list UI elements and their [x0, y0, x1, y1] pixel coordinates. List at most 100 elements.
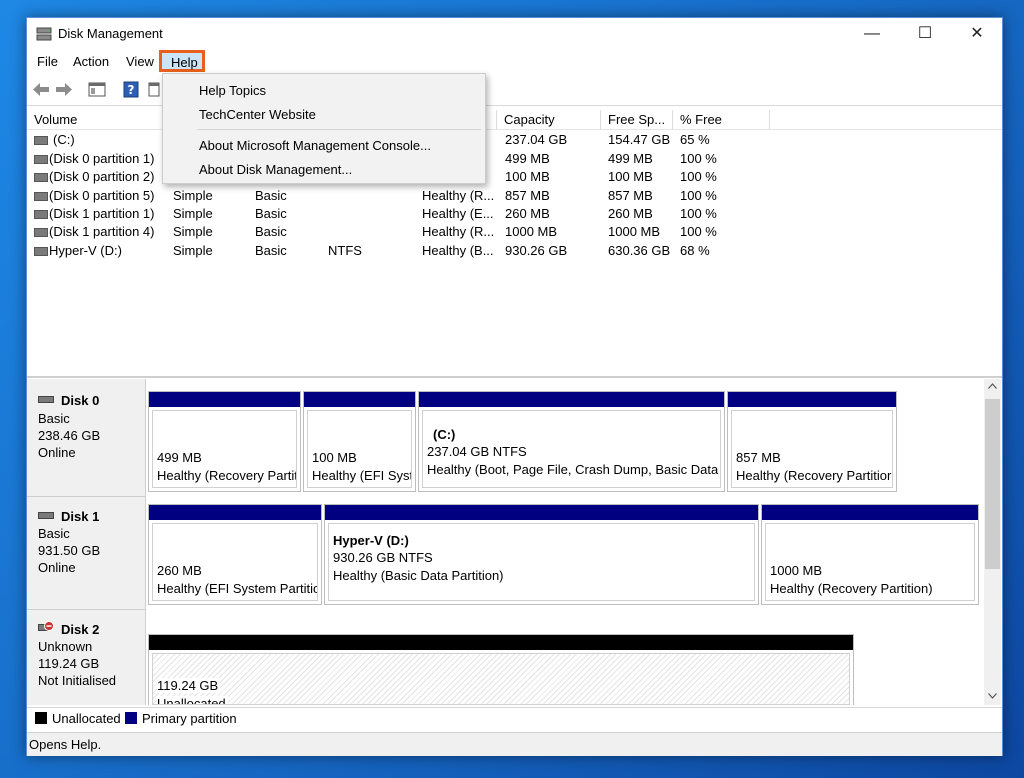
disk-type: Basic — [38, 411, 70, 426]
menu-file[interactable]: File — [37, 54, 58, 69]
disk-0-label[interactable]: Disk 0 Basic 238.46 GB Online — [27, 379, 146, 497]
volume-percent-free: 100 % — [680, 188, 717, 203]
volume-name[interactable]: Hyper-V (D:) — [49, 243, 122, 258]
volume-status: Healthy (E... — [422, 206, 494, 221]
svg-text:?: ? — [128, 83, 135, 97]
scroll-down-icon[interactable] — [988, 693, 997, 699]
disk-not-initialised-icon — [38, 621, 54, 631]
partition-size: 260 MB — [157, 563, 202, 578]
partition-status: Healthy (Recovery Partit — [157, 468, 297, 483]
drive-icon — [34, 228, 48, 237]
disk-name: Disk 0 — [61, 393, 100, 408]
volume-capacity: 930.26 GB — [505, 243, 568, 258]
back-arrow-icon[interactable] — [32, 81, 50, 98]
partition-block[interactable]: 260 MB Healthy (EFI System Partitio — [148, 504, 322, 605]
primary-partition-bar — [149, 392, 300, 407]
scroll-up-icon[interactable] — [988, 383, 997, 389]
partition-size: 100 MB — [312, 450, 357, 465]
volume-capacity: 100 MB — [505, 169, 550, 184]
drive-icon — [34, 136, 48, 145]
volume-percent-free: 65 % — [680, 132, 710, 147]
legend-primary-label: Primary partition — [142, 711, 237, 726]
volume-percent-free: 100 % — [680, 151, 717, 166]
forward-arrow-icon[interactable] — [55, 81, 73, 98]
disk-type: Unknown — [38, 639, 93, 654]
volume-type: Basic — [255, 188, 287, 203]
legend-unallocated-label: Unallocated — [52, 711, 121, 726]
drive-icon — [34, 210, 48, 219]
column-header-capacity[interactable]: Capacity — [497, 110, 601, 129]
menu-separator — [197, 129, 481, 130]
disk-name: Disk 2 — [61, 622, 100, 637]
drive-icon — [34, 155, 48, 164]
volume-status: Healthy (B... — [422, 243, 494, 258]
column-header-percent-free[interactable]: % Free — [673, 110, 770, 129]
primary-partition-bar — [325, 505, 758, 520]
legend-unallocated-swatch — [35, 712, 47, 724]
legend-primary-swatch — [125, 712, 137, 724]
volume-status: Healthy (R... — [422, 224, 495, 239]
menu-item-about-disk-management[interactable]: About Disk Management... — [199, 162, 352, 177]
minimize-button[interactable]: — — [849, 18, 895, 50]
menu-action[interactable]: Action — [73, 54, 109, 69]
partition-block[interactable]: 100 MB Healthy (EFI Syste — [303, 391, 416, 492]
unallocated-block[interactable]: 119.24 GB Unallocated — [148, 634, 854, 705]
partition-c-block[interactable]: (C:) 237.04 GB NTFS Healthy (Boot, Page … — [418, 391, 725, 492]
disk-icon — [38, 396, 54, 403]
partition-status: Healthy (Boot, Page File, Crash Dump, Ba… — [427, 462, 721, 477]
disk-state: Online — [38, 560, 76, 575]
help-icon[interactable]: ? — [123, 81, 139, 98]
volume-layout: Simple — [173, 224, 213, 239]
volume-name[interactable]: (Disk 0 partition 2) — [49, 169, 154, 184]
volume-type: Basic — [255, 224, 287, 239]
volume-free-space: 100 MB — [608, 169, 653, 184]
volume-capacity: 260 MB — [505, 206, 550, 221]
disk-name: Disk 1 — [61, 509, 100, 524]
disk-management-icon — [36, 27, 52, 41]
menu-help[interactable]: Help — [171, 55, 198, 70]
show-hide-console-tree-icon[interactable] — [88, 81, 106, 98]
column-header-free-space[interactable]: Free Sp... — [601, 110, 673, 129]
disk-type: Basic — [38, 526, 70, 541]
volume-name[interactable]: (Disk 0 partition 1) — [49, 151, 154, 166]
volume-name[interactable]: (Disk 1 partition 4) — [49, 224, 154, 239]
partition-block[interactable]: 857 MB Healthy (Recovery Partitior — [727, 391, 897, 492]
menu-view[interactable]: View — [126, 54, 154, 69]
properties-icon[interactable] — [148, 81, 160, 98]
partition-block[interactable]: 1000 MB Healthy (Recovery Partition) — [761, 504, 979, 605]
title-bar: Disk Management — ☐ ✕ — [27, 18, 1002, 50]
volume-layout: Simple — [173, 206, 213, 221]
volume-free-space: 154.47 GB — [608, 132, 671, 147]
volume-percent-free: 100 % — [680, 206, 717, 221]
volume-capacity: 237.04 GB — [505, 132, 568, 147]
graphical-view-scrollbar[interactable] — [984, 379, 1001, 705]
volume-name[interactable]: (Disk 1 partition 1) — [49, 206, 154, 221]
volume-layout: Simple — [173, 188, 213, 203]
partition-size: 237.04 GB NTFS — [427, 444, 527, 459]
status-text: Opens Help. — [29, 737, 102, 752]
disk-2-label[interactable]: Disk 2 Unknown 119.24 GB Not Initialised — [27, 610, 146, 705]
menu-item-help-topics[interactable]: Help Topics — [199, 83, 266, 98]
disk-1-label[interactable]: Disk 1 Basic 931.50 GB Online — [27, 497, 146, 610]
drive-icon — [34, 192, 48, 201]
partition-block[interactable]: 499 MB Healthy (Recovery Partit — [148, 391, 301, 492]
scroll-thumb[interactable] — [985, 399, 1000, 569]
volume-free-space: 857 MB — [608, 188, 653, 203]
partition-d-block[interactable]: Hyper-V (D:) 930.26 GB NTFS Healthy (Bas… — [324, 504, 759, 605]
primary-partition-bar — [149, 505, 321, 520]
partition-size: 930.26 GB NTFS — [333, 550, 433, 565]
volume-type: Basic — [255, 206, 287, 221]
menu-item-techcenter-website[interactable]: TechCenter Website — [199, 107, 316, 122]
maximize-button[interactable]: ☐ — [902, 18, 948, 50]
menu-item-about-mmc[interactable]: About Microsoft Management Console... — [199, 138, 431, 153]
partition-title: (C:) — [433, 427, 456, 442]
close-button[interactable]: ✕ — [954, 18, 1000, 50]
disk-state: Online — [38, 445, 76, 460]
partition-size: 499 MB — [157, 450, 202, 465]
volume-name[interactable]: (Disk 0 partition 5) — [49, 188, 154, 203]
primary-partition-bar — [762, 505, 978, 520]
volume-name[interactable]: (C:) — [53, 132, 75, 147]
partition-size: 119.24 GB — [157, 678, 221, 693]
volume-capacity: 857 MB — [505, 188, 550, 203]
disk-graphical-view: Disk 0 Basic 238.46 GB Online 499 MB Hea… — [27, 379, 1002, 705]
